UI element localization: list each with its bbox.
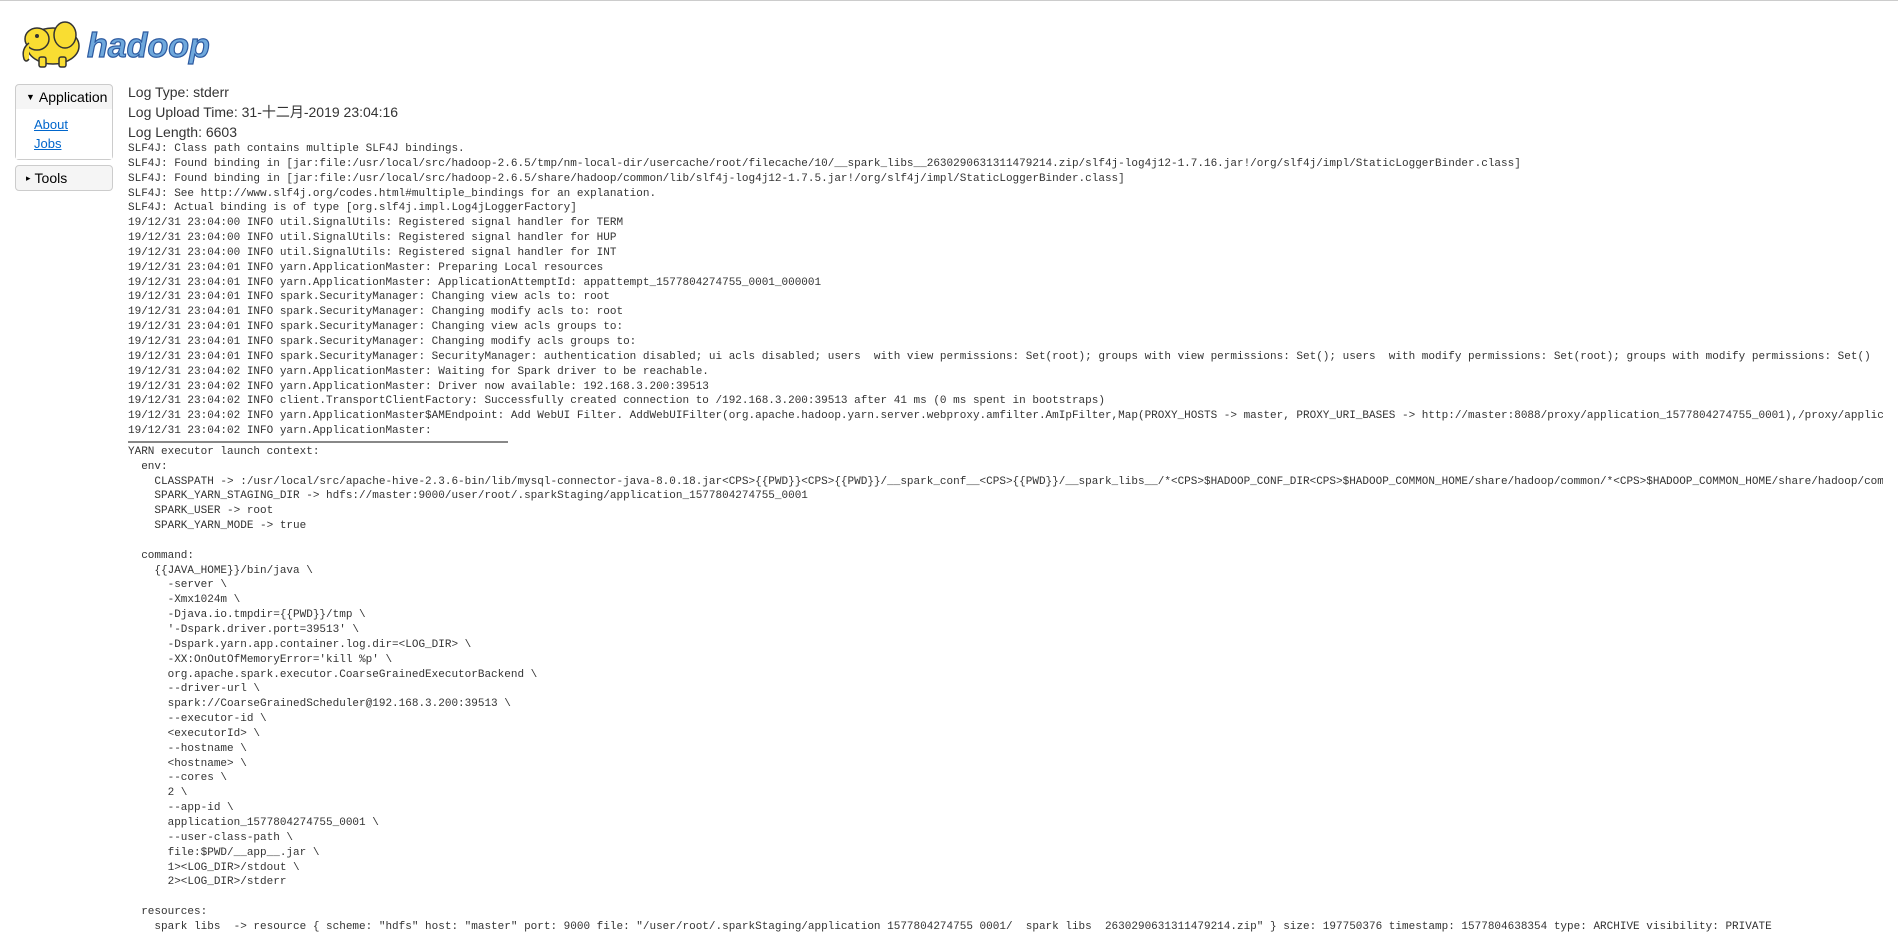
chevron-right-icon: ▸	[26, 173, 31, 184]
nav-panel-tools: ▸ Tools	[15, 165, 113, 191]
svg-text:hadoop: hadoop	[87, 27, 210, 65]
nav-header-application-label: Application	[39, 89, 108, 105]
main-content: Log Type: stderr Log Upload Time: 31-十二月…	[113, 84, 1883, 935]
log-upload-time: Log Upload Time: 31-十二月-2019 23:04:16	[128, 102, 1883, 122]
nav-header-tools-label: Tools	[35, 170, 68, 186]
log-type: Log Type: stderr	[128, 84, 1883, 100]
log-content-block1: SLF4J: Class path contains multiple SLF4…	[128, 142, 1883, 439]
hadoop-logo: hadoop	[15, 11, 260, 74]
sidebar: ▼ Application About Jobs ▸ Tools	[15, 84, 113, 935]
log-divider	[128, 441, 508, 443]
nav-panel-application: ▼ Application About Jobs	[15, 84, 113, 160]
log-content-block2: YARN executor launch context: env: CLASS…	[128, 445, 1883, 935]
nav-link-about[interactable]: About	[16, 115, 112, 134]
page-header: hadoop	[0, 1, 1898, 84]
nav-link-jobs[interactable]: Jobs	[16, 134, 112, 153]
chevron-down-icon: ▼	[26, 92, 35, 102]
nav-header-application[interactable]: ▼ Application	[16, 85, 112, 109]
nav-header-tools[interactable]: ▸ Tools	[16, 166, 112, 190]
log-length: Log Length: 6603	[128, 124, 1883, 140]
